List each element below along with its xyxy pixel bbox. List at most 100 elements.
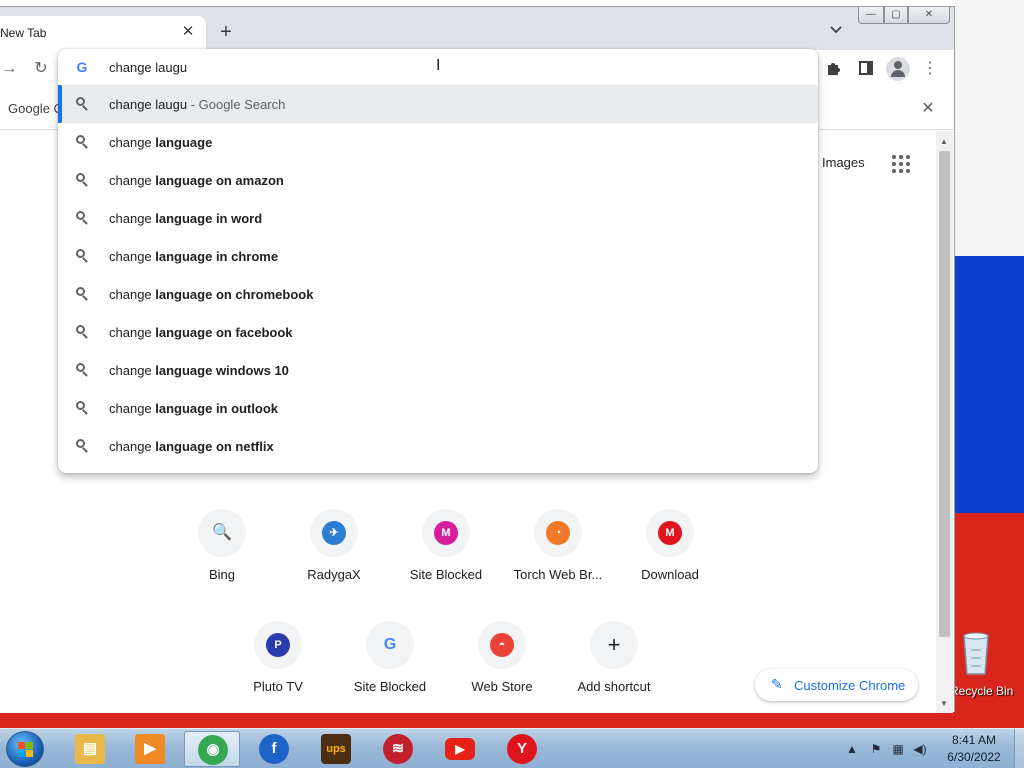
taskbar-media-player-button[interactable]: ▶: [122, 731, 178, 767]
shortcut-tile[interactable]: ✈ RadygaX: [278, 509, 390, 609]
search-icon: [74, 172, 90, 188]
side-panel-icon: [859, 61, 873, 75]
chrome-icon: ◉: [198, 735, 228, 765]
shortcut-tile[interactable]: 🔍 Bing: [166, 509, 278, 609]
suggestion-item[interactable]: change language windows 10: [58, 351, 818, 389]
tab-close-icon[interactable]: ✕: [180, 23, 196, 41]
taskbar-ups-button[interactable]: ups: [308, 731, 364, 767]
site-favicon-icon: P: [266, 633, 290, 657]
suggestion-item[interactable]: change language on chromebook: [58, 275, 818, 313]
side-panel-button[interactable]: [857, 60, 875, 78]
info-bar-text: Google C: [8, 101, 63, 116]
shortcut-tile[interactable]: M Site Blocked: [390, 509, 502, 609]
clock-time[interactable]: 8:41 AM: [942, 733, 1006, 747]
tab-search-button[interactable]: [826, 23, 846, 41]
shortcut-tile[interactable]: ◓ Web Store: [446, 621, 558, 721]
omnibox-input[interactable]: G change laugu I: [58, 49, 818, 85]
suggestion-item[interactable]: change language on amazon: [58, 161, 818, 199]
shortcut-tile[interactable]: G Site Blocked: [334, 621, 446, 721]
shortcut-label: Web Store: [471, 679, 533, 694]
plus-icon: +: [607, 632, 621, 657]
tab-new-tab[interactable]: New Tab ✕: [0, 16, 206, 50]
search-icon: [74, 210, 90, 226]
suggestion-item[interactable]: change language on netflix: [58, 427, 818, 465]
taskbar-explorer-button[interactable]: ▤: [62, 731, 118, 767]
suggestion-item[interactable]: change language on facebook: [58, 313, 818, 351]
shortcut-icon-circle: M: [422, 509, 470, 557]
shortcut-icon-circle: 🔍: [198, 509, 246, 557]
site-favicon-icon: G: [383, 636, 397, 653]
maximize-button[interactable]: ▢: [884, 7, 908, 24]
shortcut-tile[interactable]: M Download: [614, 509, 726, 609]
shortcut-label: RadygaX: [307, 567, 361, 582]
shortcut-tile[interactable]: + Add shortcut: [558, 621, 670, 721]
clock-date[interactable]: 6/30/2022: [942, 750, 1006, 764]
search-icon: [74, 400, 90, 416]
menu-kebab-icon[interactable]: ⋮: [921, 60, 939, 78]
scroll-up-arrow-icon[interactable]: ▲: [940, 137, 948, 146]
omnibox-value[interactable]: change laugu: [109, 60, 187, 75]
tray-expand-icon[interactable]: ▲: [844, 741, 860, 757]
firefox-icon: f: [259, 734, 289, 764]
taskbar-yandex-button[interactable]: Y: [494, 731, 550, 767]
customize-chrome-label: Customize Chrome: [794, 678, 906, 693]
google-g-icon: G: [76, 59, 88, 75]
suggestion-hint: - Google Search: [187, 97, 286, 112]
windows-taskbar: ▤ ▶ ◉ f ups ≋ ▶ Y ▲ ⚑ ▦ ◀) 8:41 AM 6/30/2022: [0, 728, 1024, 768]
suggestion-item[interactable]: change language in chrome: [58, 237, 818, 275]
taskbar-youtube-button[interactable]: ▶: [432, 731, 488, 767]
site-favicon-icon: M: [434, 521, 458, 545]
suggestion-item[interactable]: change language in word: [58, 199, 818, 237]
selection-indicator: [58, 85, 62, 123]
start-button[interactable]: [6, 731, 44, 767]
page-scrollbar[interactable]: ▲ ▼: [936, 131, 953, 713]
suggestion-prefix: change: [109, 135, 156, 150]
suggestion-item[interactable]: change laugu - Google Search: [58, 85, 818, 123]
suggestion-prefix: change laugu: [109, 97, 188, 112]
scroll-down-arrow-icon[interactable]: ▼: [940, 699, 948, 708]
suggestion-item[interactable]: change language in outlook: [58, 389, 818, 427]
reload-button[interactable]: ↻: [32, 60, 50, 78]
action-center-icon[interactable]: ⚑: [868, 741, 884, 757]
search-icon: [74, 96, 90, 112]
shortcut-tile[interactable]: ◔ Torch Web Br...: [502, 509, 614, 609]
shortcut-label: Pluto TV: [253, 679, 303, 694]
window-controls: — ▢ ✕: [858, 7, 950, 24]
taskbar-chrome-button[interactable]: ◉: [184, 731, 240, 767]
suggestion-text: change language: [109, 135, 212, 150]
suggestion-prefix: change: [109, 439, 156, 454]
profile-avatar[interactable]: [886, 57, 910, 81]
search-icon: [74, 248, 90, 264]
suggestion-completion: language in word: [155, 211, 263, 226]
suggestion-completion: language in chrome: [155, 249, 279, 264]
shortcut-label: Bing: [208, 567, 236, 582]
search-icon: [74, 286, 90, 302]
taskbar-bank-button[interactable]: ≋: [370, 731, 426, 767]
recycle-bin-label: Recycle Bin: [950, 684, 1014, 698]
recycle-bin-shortcut[interactable]: Recycle Bin: [950, 628, 1024, 700]
suggestion-completion: language on netflix: [155, 439, 274, 454]
scrollbar-thumb[interactable]: [939, 151, 950, 637]
shortcut-icon-circle: ✈: [310, 509, 358, 557]
close-window-button[interactable]: ✕: [908, 7, 950, 24]
volume-icon[interactable]: ◀): [912, 741, 928, 757]
new-tab-button[interactable]: +: [216, 22, 236, 42]
suggestion-completion: language on chromebook: [155, 287, 314, 302]
yandex-icon: Y: [507, 734, 537, 764]
shortcut-tile[interactable]: P Pluto TV: [222, 621, 334, 721]
minimize-button[interactable]: —: [858, 7, 884, 24]
info-bar-close-icon[interactable]: ✕: [918, 98, 938, 118]
forward-button[interactable]: →: [0, 60, 18, 78]
network-icon[interactable]: ▦: [890, 741, 906, 757]
taskbar-firefox-button[interactable]: f: [246, 731, 302, 767]
suggestion-item[interactable]: change language: [58, 123, 818, 161]
site-favicon-icon: 🔍: [212, 524, 232, 541]
images-link[interactable]: Images: [822, 155, 865, 170]
suggestion-completion: language on facebook: [155, 325, 293, 340]
search-icon: [74, 362, 90, 378]
show-desktop-button[interactable]: [1014, 729, 1024, 768]
customize-chrome-button[interactable]: ✎ Customize Chrome: [755, 669, 918, 701]
search-icon: [74, 324, 90, 340]
google-apps-icon[interactable]: [892, 155, 910, 173]
extensions-button[interactable]: [825, 60, 843, 78]
